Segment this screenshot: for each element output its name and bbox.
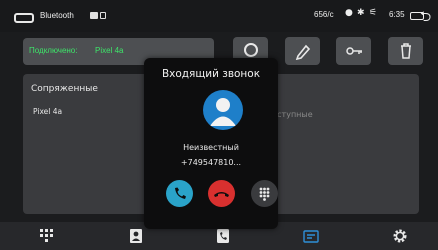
music-list-icon: [303, 230, 319, 243]
dialpad-tab[interactable]: [38, 228, 54, 248]
caller-number: +749547810...: [180, 158, 242, 167]
delete-button[interactable]: [388, 37, 423, 65]
call-log-icon: [217, 229, 229, 243]
bluetooth-music-tab[interactable]: [303, 228, 319, 248]
contacts-tab[interactable]: [128, 228, 144, 248]
app-title: Bluetooth: [40, 11, 74, 20]
key-icon: [346, 47, 362, 55]
network-speed: 656/с: [314, 10, 334, 19]
settings-tab[interactable]: [392, 228, 408, 248]
edit-icon: [295, 44, 311, 60]
caller-avatar-icon: [203, 90, 243, 130]
paired-device-item[interactable]: Pixel 4a: [33, 107, 62, 116]
keypad-icon: [259, 187, 270, 201]
gear-icon: [393, 229, 407, 243]
contacts-icon: [130, 229, 142, 243]
bluetooth-icon: ✱: [357, 8, 365, 18]
decline-call-button[interactable]: [208, 180, 235, 207]
caller-name: Неизвестный: [183, 143, 239, 152]
status-bar: Bluetooth 656/с ● ✱ ⚟ 6:35 ⮌: [0, 0, 438, 32]
incoming-call-title: Входящий звонок: [161, 68, 261, 80]
phone-icon: [175, 187, 186, 199]
location-icon: ●: [345, 8, 353, 18]
incoming-call-dialog: Входящий звонок Неизвестный +749547810..…: [144, 58, 278, 229]
connected-device-name: Pixel 4a: [95, 46, 124, 55]
call-log-tab[interactable]: [215, 228, 231, 248]
dialpad-icon: [40, 229, 53, 242]
trash-icon: [401, 43, 411, 59]
bluetooth-badge-icon: [90, 12, 98, 19]
clock: 6:35: [389, 10, 405, 19]
hang-up-icon: [214, 192, 229, 197]
pin-code-button[interactable]: [336, 37, 371, 65]
accept-call-button[interactable]: [166, 180, 193, 207]
back-icon[interactable]: ⮌: [420, 6, 431, 30]
keypad-button[interactable]: [251, 180, 278, 207]
edit-button[interactable]: [285, 37, 320, 65]
sim-badge-icon: [100, 12, 106, 19]
home-icon[interactable]: [14, 13, 34, 23]
connection-status-label: Подключено:: [29, 46, 78, 55]
paired-devices-title: Сопряженные: [31, 84, 98, 94]
wifi-icon: ⚟: [369, 8, 378, 18]
